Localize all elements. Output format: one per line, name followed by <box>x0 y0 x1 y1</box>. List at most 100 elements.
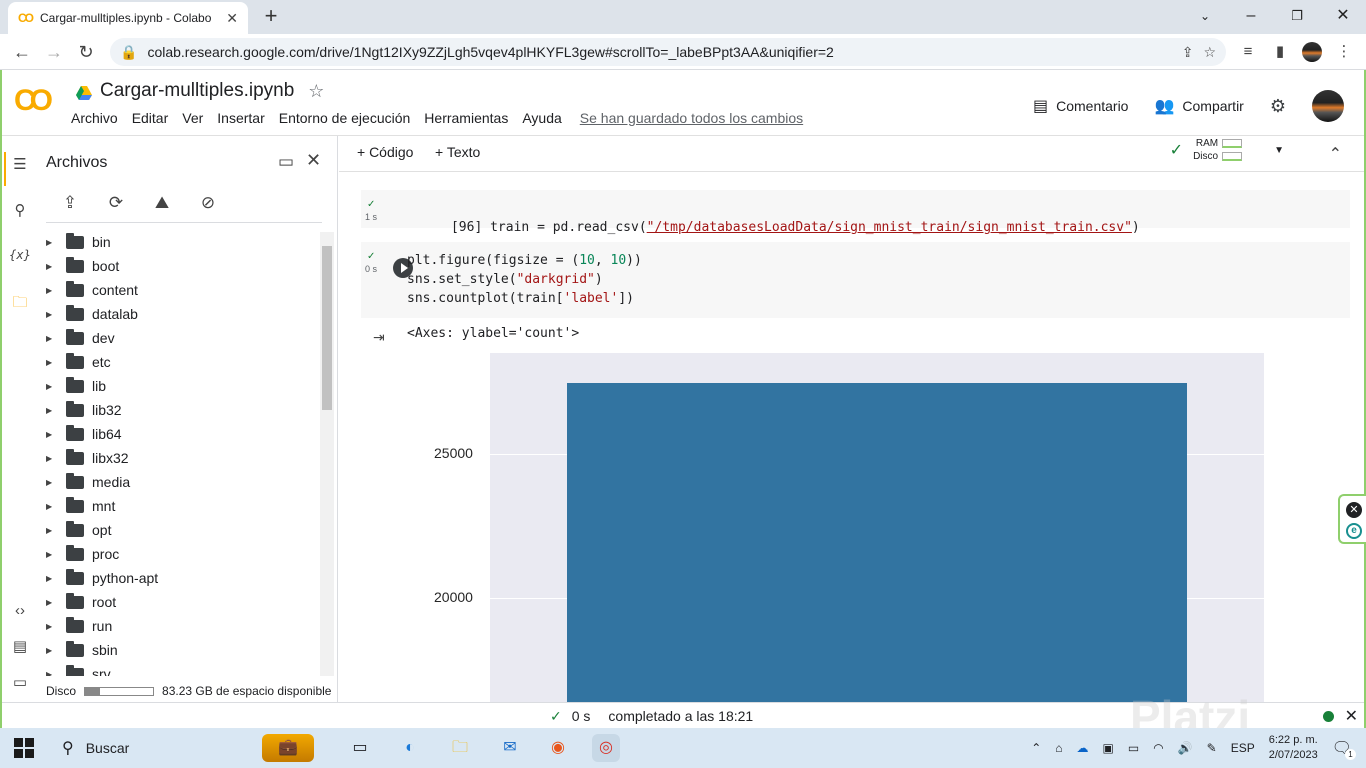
code-cell-2[interactable]: ✓ 0 s plt.figure(figsize = (10, 10)) sns… <box>361 242 1350 318</box>
code-cell-1[interactable]: ✓ 1 s [96] train = pd.read_csv("/tmp/dat… <box>361 190 1350 235</box>
expand-arrow-icon[interactable]: ▶ <box>46 574 66 583</box>
terminal-icon[interactable]: ▭ <box>2 668 38 698</box>
widget-close-icon[interactable]: ✕ <box>1346 502 1362 518</box>
task-view-icon[interactable]: ▭ <box>346 734 374 762</box>
variables-icon[interactable]: {x} <box>2 240 38 270</box>
expand-arrow-icon[interactable]: ▶ <box>46 310 66 319</box>
menu-archivo[interactable]: Archivo <box>71 110 118 126</box>
command-palette-icon[interactable]: ▤ <box>2 632 38 662</box>
forward-icon[interactable]: → <box>42 40 66 64</box>
close-panel-icon[interactable]: ✕ <box>306 150 321 171</box>
browser-menu-icon[interactable]: ⋮ <box>1334 42 1354 62</box>
search-icon[interactable]: ⚲ <box>2 196 38 226</box>
refresh-folder-icon[interactable]: ⟳ <box>104 191 128 215</box>
expand-arrow-icon[interactable]: ▶ <box>46 478 66 487</box>
volume-icon[interactable]: 🔊 <box>1178 741 1193 755</box>
colab-logo[interactable]: CO <box>14 86 56 116</box>
share-button[interactable]: 👥 Compartir <box>1154 96 1243 116</box>
expand-arrow-icon[interactable]: ▶ <box>46 382 66 391</box>
tray-device-icon[interactable]: ⌂ <box>1055 741 1062 755</box>
menu-herramientas[interactable]: Herramientas <box>424 110 508 126</box>
file-explorer-icon[interactable]: 🗀 <box>446 734 474 762</box>
new-tab-button[interactable]: + <box>258 4 284 30</box>
side-panel-icon[interactable]: ▮ <box>1270 42 1290 62</box>
restore-icon[interactable]: ❐ <box>1282 4 1312 28</box>
close-tab-icon[interactable]: ✕ <box>226 10 238 27</box>
table-of-contents-icon[interactable]: ☰ <box>2 150 38 180</box>
reading-list-icon[interactable]: ≡ <box>1238 42 1258 62</box>
folder-row[interactable]: ▶ datalab <box>38 302 318 326</box>
notifications-icon[interactable]: 🗨 1 <box>1332 738 1356 760</box>
file-tree-scroll-thumb[interactable] <box>322 246 332 410</box>
edge-icon[interactable]: ◐ <box>396 734 424 762</box>
resources-indicator[interactable]: ✓ RAM Disco ▼ <box>1170 138 1284 162</box>
output-menu-icon[interactable]: ⇥ <box>373 329 385 346</box>
omnibox[interactable]: 🔒 colab.research.google.com/drive/1Ngt12… <box>110 38 1226 66</box>
lock-icon[interactable]: 🔒 <box>120 44 137 61</box>
folder-row[interactable]: ▶ root <box>38 590 318 614</box>
wifi-icon[interactable]: ◠ <box>1153 741 1163 755</box>
folder-row[interactable]: ▶ mnt <box>38 494 318 518</box>
add-code-button[interactable]: + Código <box>357 144 413 160</box>
folder-row[interactable]: ▶ sbin <box>38 638 318 662</box>
close-window-icon[interactable]: ✕ <box>1328 4 1358 28</box>
folder-row[interactable]: ▶ bin <box>38 230 318 254</box>
expand-arrow-icon[interactable]: ▶ <box>46 646 66 655</box>
expand-arrow-icon[interactable]: ▶ <box>46 454 66 463</box>
folder-row[interactable]: ▶ proc <box>38 542 318 566</box>
expand-arrow-icon[interactable]: ▶ <box>46 670 66 677</box>
folder-row[interactable]: ▶ lib <box>38 374 318 398</box>
expand-arrow-icon[interactable]: ▶ <box>46 598 66 607</box>
expand-arrow-icon[interactable]: ▶ <box>46 526 66 535</box>
collapse-header-icon[interactable]: ⌃ <box>1329 144 1342 164</box>
settings-gear-icon[interactable]: ⚙ <box>1270 96 1286 117</box>
widget-e-icon[interactable]: e <box>1346 523 1362 539</box>
status-main[interactable]: ✓ 0 s completado a las 18:21 <box>550 708 753 725</box>
menu-insertar[interactable]: Insertar <box>217 110 264 126</box>
folder-row[interactable]: ▶ etc <box>38 350 318 374</box>
tray-monitor-icon[interactable]: ▣ <box>1103 741 1114 755</box>
resources-dropdown-icon[interactable]: ▼ <box>1274 145 1284 156</box>
profile-avatar[interactable] <box>1302 42 1322 62</box>
status-close-icon[interactable]: ✕ <box>1345 706 1358 726</box>
expand-arrow-icon[interactable]: ▶ <box>46 262 66 271</box>
clock[interactable]: 6:22 p. m. 2/07/2023 <box>1269 733 1318 763</box>
open-in-tab-icon[interactable]: ▭ <box>278 152 294 172</box>
folder-row[interactable]: ▶ dev <box>38 326 318 350</box>
share-page-icon[interactable]: ⇪ <box>1182 44 1194 61</box>
menu-ver[interactable]: Ver <box>182 110 203 126</box>
firefox-icon[interactable]: ◉ <box>544 734 572 762</box>
expand-arrow-icon[interactable]: ▶ <box>46 286 66 295</box>
folder-row[interactable]: ▶ run <box>38 614 318 638</box>
menu-entorno[interactable]: Entorno de ejecución <box>279 110 411 126</box>
code-snippets-icon[interactable]: ‹› <box>2 596 38 626</box>
files-folder-icon[interactable]: 🗀 <box>2 288 38 318</box>
star-icon[interactable]: ☆ <box>308 81 324 102</box>
tray-overflow-icon[interactable]: ⌃ <box>1031 741 1041 755</box>
bookmark-star-icon[interactable]: ☆ <box>1203 44 1216 61</box>
folder-row[interactable]: ▶ lib32 <box>38 398 318 422</box>
browser-tab[interactable]: CO Cargar-mulltiples.ipynb - Colabo ✕ <box>8 2 248 34</box>
add-text-button[interactable]: + Texto <box>435 144 480 160</box>
folder-row[interactable]: ▶ content <box>38 278 318 302</box>
tab-search-icon[interactable]: ⌄ <box>1190 4 1220 28</box>
expand-arrow-icon[interactable]: ▶ <box>46 358 66 367</box>
minimize-icon[interactable]: – <box>1236 4 1266 28</box>
mail-icon[interactable]: ✉ <box>496 734 524 762</box>
folder-row[interactable]: ▶ lib64 <box>38 422 318 446</box>
pen-icon[interactable]: ✎ <box>1207 741 1217 755</box>
back-icon[interactable]: ← <box>10 40 34 64</box>
onedrive-icon[interactable]: ☁ <box>1077 741 1089 755</box>
cell2-code[interactable]: plt.figure(figsize = (10, 10)) sns.set_s… <box>407 251 642 308</box>
menu-ayuda[interactable]: Ayuda <box>522 110 561 126</box>
battery-icon[interactable]: ▭ <box>1128 741 1139 755</box>
expand-arrow-icon[interactable]: ▶ <box>46 334 66 343</box>
folder-row[interactable]: ▶ media <box>38 470 318 494</box>
folder-row[interactable]: ▶ srv <box>38 662 318 676</box>
reload-icon[interactable]: ↻ <box>74 40 98 64</box>
language-indicator[interactable]: ESP <box>1231 741 1255 755</box>
expand-arrow-icon[interactable]: ▶ <box>46 238 66 247</box>
news-widget-icon[interactable]: 💼 <box>262 734 314 762</box>
notebook-title[interactable]: Cargar-mulltiples.ipynb <box>100 80 294 102</box>
expand-arrow-icon[interactable]: ▶ <box>46 406 66 415</box>
